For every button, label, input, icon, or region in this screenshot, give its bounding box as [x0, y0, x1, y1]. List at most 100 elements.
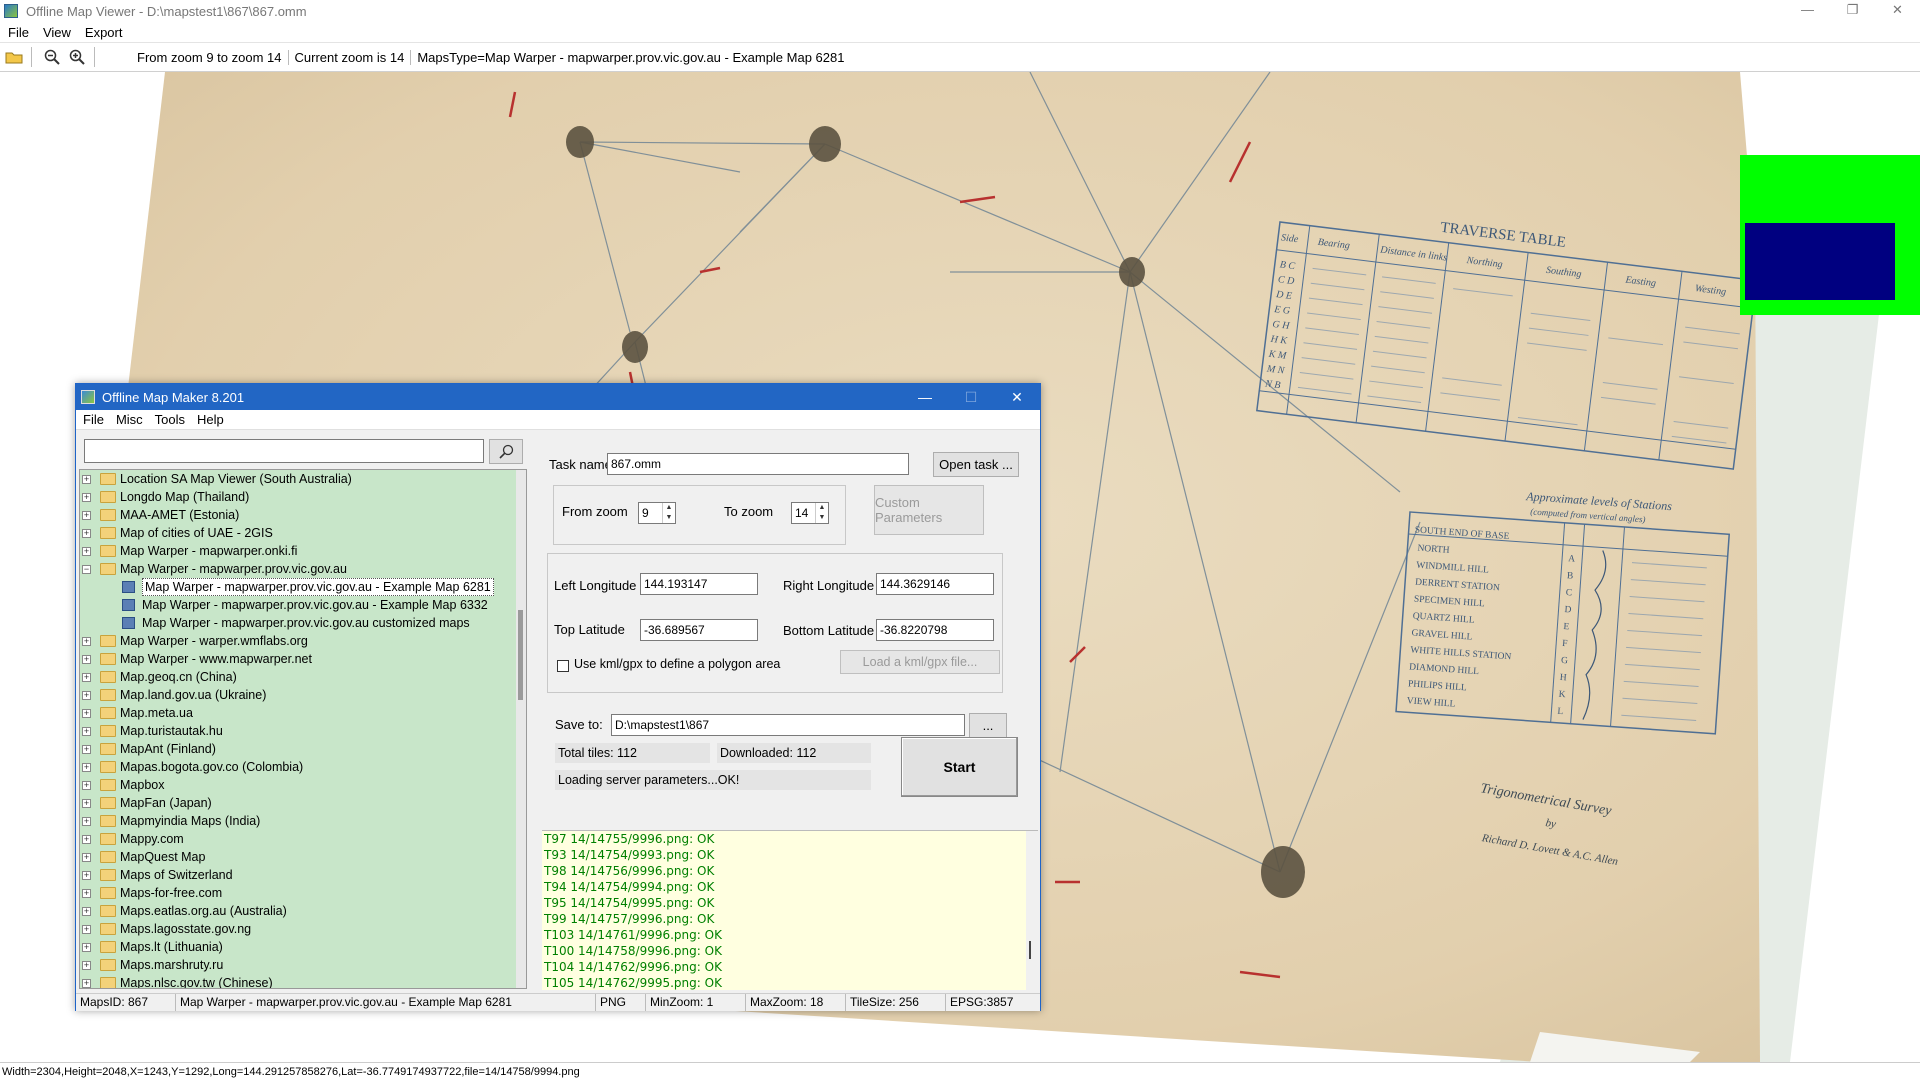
tree-item[interactable]: Map Warper - mapwarper.prov.vic.gov.au -… — [80, 578, 526, 596]
expand-icon[interactable]: + — [82, 871, 91, 880]
tree-item[interactable]: + Mapas.bogota.gov.co (Colombia) — [80, 758, 526, 776]
tree-scroll-thumb[interactable] — [518, 610, 523, 700]
tree-item[interactable]: + Maps of Switzerland — [80, 866, 526, 884]
minimize-button[interactable]: — — [902, 389, 948, 406]
log-scrollbar[interactable] — [1026, 831, 1038, 990]
tree-item[interactable]: Map Warper - mapwarper.prov.vic.gov.au -… — [80, 596, 526, 614]
expand-icon[interactable]: + — [82, 493, 91, 502]
expand-icon[interactable]: + — [82, 529, 91, 538]
expand-icon[interactable]: + — [82, 889, 91, 898]
tree-item[interactable]: + Map.meta.ua — [80, 704, 526, 722]
map-search-input[interactable] — [84, 439, 484, 463]
tree-item[interactable]: + Maps.lagosstate.gov.ng — [80, 920, 526, 938]
to-zoom-spinner[interactable]: 14 ▲ ▼ — [791, 502, 829, 524]
zoom-out-button[interactable] — [41, 46, 63, 68]
expand-icon[interactable]: + — [82, 691, 91, 700]
expand-icon[interactable]: + — [82, 745, 91, 754]
start-button[interactable]: Start — [901, 737, 1018, 797]
open-folder-button[interactable] — [3, 46, 25, 68]
tree-item[interactable]: + Location SA Map Viewer (South Australia… — [80, 470, 526, 488]
tree-item[interactable]: Map Warper - mapwarper.prov.vic.gov.au c… — [80, 614, 526, 632]
expand-icon[interactable]: + — [82, 637, 91, 646]
menu-misc[interactable]: Misc — [116, 412, 143, 427]
tree-item[interactable]: + MapQuest Map — [80, 848, 526, 866]
overview-minimap[interactable] — [1740, 155, 1920, 315]
tree-item[interactable]: + Map.turistautak.hu — [80, 722, 526, 740]
browse-folder-button[interactable]: ... — [969, 713, 1007, 738]
expand-icon[interactable]: + — [82, 907, 91, 916]
tree-item[interactable]: + Maps.marshruty.ru — [80, 956, 526, 974]
minimap-viewport[interactable] — [1745, 223, 1895, 300]
open-task-button[interactable]: Open task ... — [933, 452, 1019, 477]
menu-file[interactable]: File — [8, 25, 29, 40]
expand-icon[interactable]: + — [82, 655, 91, 664]
menu-view[interactable]: View — [43, 25, 71, 40]
omm-titlebar[interactable]: Offline Map Maker 8.201 — ☐ ✕ — [76, 384, 1040, 410]
restore-button[interactable]: ❐ — [1830, 0, 1875, 22]
save-to-input[interactable]: D:\mapstest1\867 — [611, 714, 965, 736]
tree-item[interactable]: + Map.geoq.cn (China) — [80, 668, 526, 686]
spinner-arrows-icon[interactable]: ▲ ▼ — [815, 503, 828, 523]
expand-icon[interactable]: + — [82, 727, 91, 736]
expand-icon[interactable]: + — [82, 799, 91, 808]
tree-item[interactable]: + Mappy.com — [80, 830, 526, 848]
tree-item[interactable]: + Map of cities of UAE - 2GIS — [80, 524, 526, 542]
folder-icon — [100, 959, 116, 971]
bottom-latitude-label: Bottom Latitude — [783, 623, 875, 638]
tree-item[interactable]: + Mapbox — [80, 776, 526, 794]
tree-item[interactable]: + MAA-AMET (Estonia) — [80, 506, 526, 524]
map-source-tree[interactable]: + Location SA Map Viewer (South Australia… — [79, 469, 527, 989]
collapse-icon[interactable]: − — [82, 565, 91, 574]
tree-item[interactable]: + Maps.lt (Lithuania) — [80, 938, 526, 956]
expand-icon[interactable]: + — [82, 673, 91, 682]
tree-item[interactable]: − Map Warper - mapwarper.prov.vic.gov.au — [80, 560, 526, 578]
search-button[interactable] — [489, 439, 523, 464]
left-longitude-input[interactable]: 144.193147 — [640, 573, 758, 595]
tree-item[interactable]: + Map Warper - www.mapwarper.net — [80, 650, 526, 668]
expand-icon[interactable]: + — [82, 979, 91, 988]
menu-file[interactable]: File — [83, 412, 104, 427]
tree-item[interactable]: + Map Warper - mapwarper.onki.fi — [80, 542, 526, 560]
tree-item[interactable]: + Maps.nlsc.gov.tw (Chinese) — [80, 974, 526, 988]
menu-export[interactable]: Export — [85, 25, 123, 40]
tree-item[interactable]: + MapAnt (Finland) — [80, 740, 526, 758]
tree-item[interactable]: + Longdo Map (Thailand) — [80, 488, 526, 506]
custom-parameters-button[interactable]: Custom Parameters — [874, 485, 984, 535]
expand-icon[interactable]: + — [82, 853, 91, 862]
kml-polygon-checkbox[interactable] — [557, 660, 569, 672]
tree-item[interactable]: + Mapmyindia Maps (India) — [80, 812, 526, 830]
load-kml-button[interactable]: Load a kml/gpx file... — [840, 650, 1000, 674]
expand-icon[interactable]: + — [82, 511, 91, 520]
expand-icon[interactable]: + — [82, 781, 91, 790]
zoom-in-button[interactable] — [66, 46, 88, 68]
bottom-latitude-input[interactable]: -36.8220798 — [876, 619, 994, 641]
expand-icon[interactable]: + — [82, 817, 91, 826]
minimize-button[interactable]: — — [1785, 0, 1830, 22]
expand-icon[interactable]: + — [82, 961, 91, 970]
tree-item[interactable]: + Map Warper - warper.wmflabs.org — [80, 632, 526, 650]
tree-scrollbar[interactable] — [516, 470, 526, 988]
expand-icon[interactable]: + — [82, 925, 91, 934]
tree-item[interactable]: + Map.land.gov.ua (Ukraine) — [80, 686, 526, 704]
tree-item[interactable]: + Maps.eatlas.org.au (Australia) — [80, 902, 526, 920]
task-name-input[interactable]: 867.omm — [607, 453, 909, 475]
close-button[interactable]: ✕ — [994, 389, 1040, 406]
right-longitude-input[interactable]: 144.3629146 — [876, 573, 994, 595]
expand-icon[interactable]: + — [82, 835, 91, 844]
expand-icon[interactable]: + — [82, 943, 91, 952]
top-latitude-input[interactable]: -36.689567 — [640, 619, 758, 641]
download-log[interactable]: T97 14/14755/9996.png: OK T93 14/14754/99… — [542, 830, 1038, 990]
tree-item[interactable]: + MapFan (Japan) — [80, 794, 526, 812]
close-button[interactable]: ✕ — [1875, 0, 1920, 22]
expand-icon[interactable]: + — [82, 763, 91, 772]
tree-item[interactable]: + Maps-for-free.com — [80, 884, 526, 902]
expand-icon[interactable]: + — [82, 547, 91, 556]
from-zoom-spinner[interactable]: 9 ▲ ▼ — [638, 502, 676, 524]
log-scroll-thumb[interactable] — [1029, 941, 1031, 959]
expand-icon[interactable]: + — [82, 709, 91, 718]
maximize-button[interactable]: ☐ — [948, 389, 994, 406]
spinner-arrows-icon[interactable]: ▲ ▼ — [662, 503, 675, 523]
menu-tools[interactable]: Tools — [155, 412, 185, 427]
menu-help[interactable]: Help — [197, 412, 224, 427]
expand-icon[interactable]: + — [82, 475, 91, 484]
